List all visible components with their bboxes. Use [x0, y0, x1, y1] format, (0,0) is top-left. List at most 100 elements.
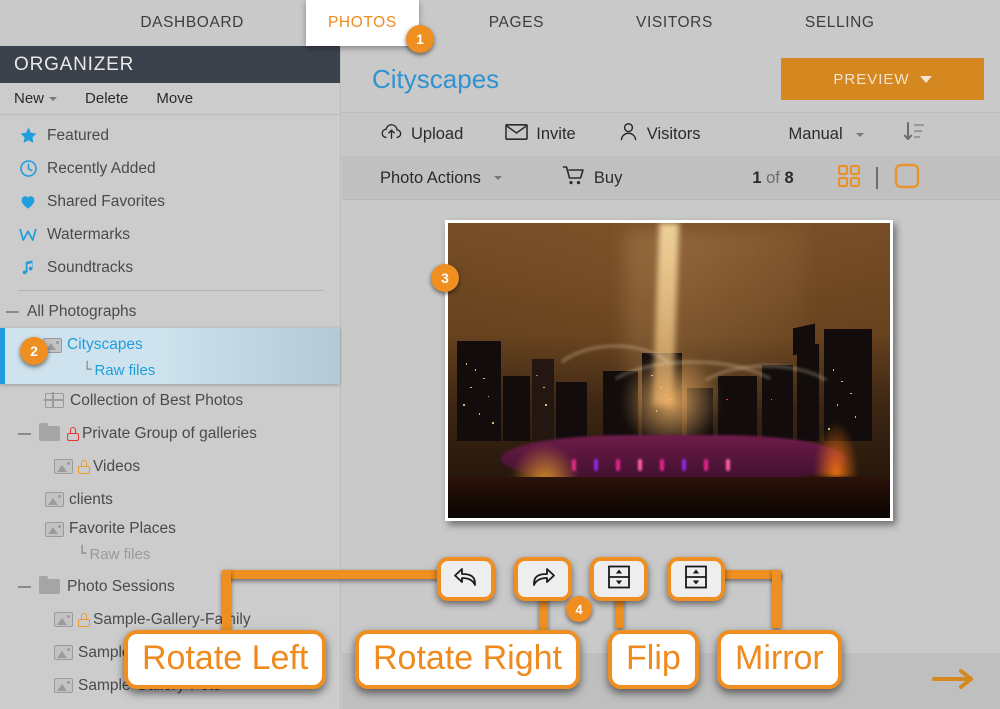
cloud-upload-icon: [380, 122, 403, 147]
flip-label[interactable]: Flip: [608, 630, 699, 689]
callout-badge-2: 2: [20, 337, 48, 365]
sidebar-item-sample-gallery-sports[interactable]: Sample-Gallery-Sports: [0, 702, 340, 709]
folder-icon: [39, 576, 60, 594]
callout-badge-1: 1: [406, 25, 434, 53]
chevron-down-icon: [919, 75, 932, 83]
sidebar-divider: [18, 290, 324, 291]
person-icon: [618, 122, 639, 147]
sidebar-sublabel: Raw files: [94, 361, 156, 379]
top-navigation: DASHBOARD PHOTOS PAGES VISITORS SELLING: [0, 0, 1000, 46]
watermark-icon: [16, 225, 40, 244]
sidebar-item-shared-favorites[interactable]: Shared Favorites: [0, 185, 340, 218]
main-photo[interactable]: [445, 220, 893, 521]
lock-icon: [78, 612, 90, 627]
sort-descending-icon: [902, 120, 926, 149]
sidebar-label: Soundtracks: [47, 258, 134, 276]
tab-dashboard[interactable]: DASHBOARD: [118, 0, 266, 46]
shopping-cart-icon: [562, 165, 586, 191]
rotate-left-button[interactable]: [437, 557, 495, 601]
sidebar-item-cityscapes[interactable]: Cityscapes └ Raw files: [0, 328, 340, 384]
photo-actions-label: Photo Actions: [380, 168, 481, 187]
single-view-icon[interactable]: [894, 163, 920, 194]
flip-vertical-icon: [605, 564, 633, 595]
sort-mode-dropdown[interactable]: Manual: [789, 125, 864, 144]
buy-label: Buy: [593, 168, 623, 187]
flip-button[interactable]: [590, 557, 648, 601]
gallery-icon: [54, 645, 73, 660]
star-icon: [16, 126, 40, 145]
sidebar-item-videos[interactable]: Videos: [0, 450, 340, 483]
visitors-button[interactable]: Visitors: [618, 122, 701, 147]
folder-icon: [39, 423, 60, 441]
sidebar-subitem-raw-files[interactable]: └ Raw files: [5, 358, 340, 382]
sidebar-item-collection-of-best-photos[interactable]: Collection of Best Photos: [0, 384, 340, 417]
upload-label: Upload: [411, 125, 464, 143]
sidebar-label: Shared Favorites: [47, 192, 166, 210]
rotate-left-label[interactable]: Rotate Left: [124, 630, 327, 689]
sidebar-label: Collection of Best Photos: [70, 391, 244, 409]
buy-button[interactable]: Buy: [562, 165, 622, 191]
lock-icon: [67, 426, 79, 441]
sidebar-item-soundtracks[interactable]: Soundtracks: [0, 251, 340, 284]
upload-button[interactable]: Upload: [380, 122, 463, 147]
sidebar-label: Watermarks: [47, 225, 130, 243]
sidebar-item-featured[interactable]: Featured: [0, 119, 340, 152]
sidebar-item-clients[interactable]: clients: [0, 483, 340, 516]
collapse-minus-icon[interactable]: [18, 432, 31, 435]
next-photo-arrow[interactable]: [932, 667, 976, 696]
toolbar-separator: [875, 167, 878, 189]
tree-corner-icon: └: [78, 546, 87, 562]
counter-total: 8: [784, 168, 794, 187]
sidebar-label: Favorite Places: [69, 520, 176, 537]
collapse-minus-icon[interactable]: [18, 585, 31, 588]
tab-selling[interactable]: SELLING: [783, 0, 897, 46]
rotate-left-icon: [451, 565, 481, 594]
organizer-header: ORGANIZER: [0, 46, 340, 83]
sidebar-subitem-raw-files[interactable]: └ Raw files: [0, 542, 340, 566]
sidebar-label: Recently Added: [47, 159, 156, 177]
sidebar-item-all-photographs[interactable]: All Photographs: [0, 295, 340, 328]
mirror-label[interactable]: Mirror: [717, 630, 842, 689]
sidebar-item-favorite-places[interactable]: Favorite Places └ Raw files: [0, 516, 340, 566]
grid-view-icon[interactable]: [837, 164, 860, 192]
connector-line: [772, 570, 781, 628]
photo-counter: 1 of 8: [752, 169, 793, 188]
delete-button[interactable]: Delete: [71, 90, 142, 107]
invite-button[interactable]: Invite: [505, 123, 576, 146]
gallery-icon: [54, 678, 73, 693]
rotate-right-button[interactable]: [514, 557, 572, 601]
gallery-toolbar-primary: Upload Invite Visitors Manual: [342, 112, 1000, 156]
sidebar-label: Featured: [47, 126, 110, 144]
envelope-icon: [505, 123, 529, 146]
sidebar-item-watermarks[interactable]: Watermarks: [0, 218, 340, 251]
photo-actions-dropdown[interactable]: Photo Actions: [380, 169, 502, 188]
mirror-button[interactable]: [667, 557, 725, 601]
photo-stage: [342, 200, 1000, 530]
gallery-icon: [54, 612, 73, 627]
sidebar-label: Photo Sessions: [67, 577, 175, 595]
mirror-horizontal-icon: [682, 564, 710, 595]
collapse-minus-icon[interactable]: [6, 310, 19, 313]
counter-current: 1: [752, 168, 762, 187]
preview-button[interactable]: PREVIEW: [781, 58, 984, 100]
tab-visitors[interactable]: VISITORS: [614, 0, 735, 46]
music-note-icon: [16, 258, 40, 277]
sort-order-button[interactable]: [902, 120, 926, 149]
tree-corner-icon: └: [83, 362, 92, 378]
new-button[interactable]: New: [0, 90, 71, 107]
gallery-icon: [45, 492, 64, 507]
callout-badge-3: 3: [431, 264, 459, 292]
rotate-right-label[interactable]: Rotate Right: [355, 630, 580, 689]
tab-pages[interactable]: PAGES: [467, 0, 566, 46]
rotate-right-icon: [528, 565, 558, 594]
move-button[interactable]: Move: [142, 90, 207, 107]
tab-photos[interactable]: PHOTOS: [305, 0, 419, 46]
chevron-down-icon: [855, 132, 864, 137]
sidebar-item-recently-added[interactable]: Recently Added: [0, 152, 340, 185]
counter-of: of: [766, 168, 780, 187]
invite-label: Invite: [536, 125, 576, 143]
gallery-icon: [45, 521, 64, 537]
collection-grid-icon: [44, 392, 64, 408]
sidebar-item-private-group-of-galleries[interactable]: Private Group of galleries: [0, 417, 340, 450]
chevron-down-icon: [493, 176, 502, 180]
